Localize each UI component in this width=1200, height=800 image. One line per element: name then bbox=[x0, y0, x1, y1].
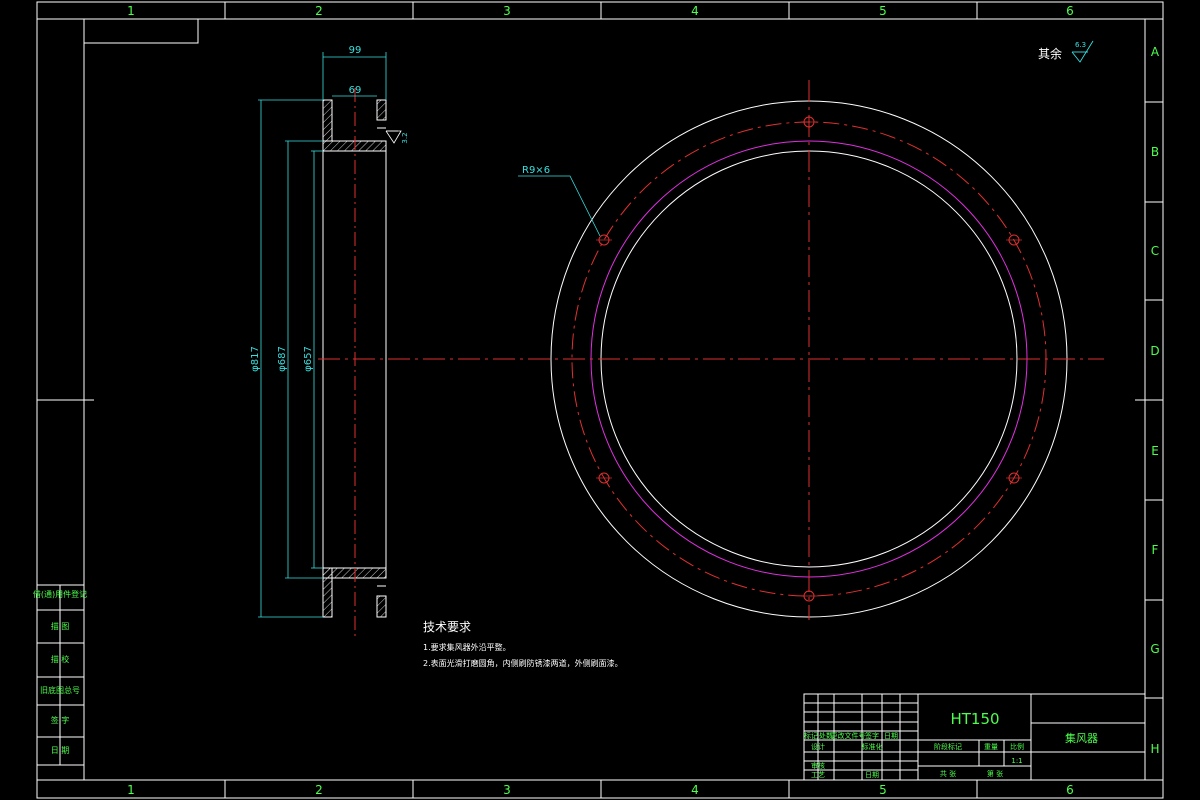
outer-border bbox=[36, 1, 1164, 799]
section-bottom-right-lip bbox=[376, 595, 387, 618]
tb-review: 审核 bbox=[811, 761, 825, 770]
zone-col-3-bottom: 3 bbox=[503, 783, 511, 797]
zone-col-1-top: 1 bbox=[127, 4, 135, 18]
dim-outer-dia: φ817 bbox=[250, 346, 261, 372]
zone-col-4-top: 4 bbox=[691, 4, 699, 18]
sheet-frame bbox=[36, 1, 1164, 799]
tb-stage-mark: 阶段标记 bbox=[934, 742, 962, 751]
zone-row-a: A bbox=[1151, 45, 1160, 59]
section-view: 99 69 φ817 φ687 φ657 3.2 bbox=[250, 45, 409, 636]
side-panel-date: 日 期 bbox=[51, 746, 70, 755]
roughness-face-value: 3.2 bbox=[401, 132, 409, 143]
zone-row-g: G bbox=[1150, 642, 1159, 656]
front-view: R9×6 bbox=[318, 80, 1104, 620]
tb-scale-value: 1:1 bbox=[1011, 757, 1022, 765]
zone-col-3-top: 3 bbox=[503, 4, 511, 18]
tb-standardization: 标准化 bbox=[862, 742, 883, 751]
zone-row-c: C bbox=[1151, 244, 1159, 258]
tb-hdr-doc: 更改文件号 bbox=[831, 731, 866, 740]
zone-col-6-top: 6 bbox=[1066, 4, 1074, 18]
side-panel-sign: 签 字 bbox=[51, 715, 70, 725]
side-panel-check: 描 校 bbox=[51, 654, 70, 664]
side-panel-borrowed: 借(通)用件登记 bbox=[33, 589, 87, 599]
section-top-right-lip bbox=[376, 99, 387, 121]
tb-design: 设计 bbox=[811, 742, 825, 751]
zone-row-h: H bbox=[1150, 742, 1159, 756]
tech-req-line-1: 1.要求集风器外沿平整。 bbox=[423, 642, 511, 652]
tb-material: HT150 bbox=[950, 710, 999, 728]
zone-col-2-top: 2 bbox=[315, 4, 323, 18]
tb-total-sheets: 共 张 bbox=[940, 769, 956, 778]
tb-part-name: 集风器 bbox=[1065, 731, 1098, 745]
zone-col-6-bottom: 6 bbox=[1066, 783, 1074, 797]
tb-weight: 重量 bbox=[984, 743, 998, 751]
side-panel bbox=[37, 399, 84, 766]
tb-hdr-date: 日期 bbox=[884, 732, 898, 740]
dim-inner-width: 69 bbox=[349, 85, 362, 96]
side-panel-old-no: 旧底图总号 bbox=[40, 685, 80, 695]
tb-hdr-sign: 签字 bbox=[865, 731, 879, 740]
roughness-general-label: 其余 bbox=[1038, 46, 1062, 61]
dim-overall-width: 99 bbox=[349, 45, 362, 56]
zone-column-markers bbox=[37, 2, 1163, 798]
zone-row-b: B bbox=[1151, 145, 1159, 159]
side-panel-trace: 描 图 bbox=[51, 621, 70, 631]
zone-col-2-bottom: 2 bbox=[315, 783, 323, 797]
roughness-general-value: 6.3 bbox=[1075, 41, 1086, 49]
tb-date: 日期 bbox=[865, 771, 879, 779]
zone-col-1-bottom: 1 bbox=[127, 783, 135, 797]
zone-col-4-bottom: 4 bbox=[691, 783, 699, 797]
tech-req-line-2: 2.表面光滑打磨圆角，内侧刷防锈漆两道，外侧刷面漆。 bbox=[423, 658, 623, 668]
zone-col-5-bottom: 5 bbox=[879, 783, 887, 797]
dim-mid-dia: φ687 bbox=[277, 346, 288, 372]
code-box bbox=[83, 18, 199, 44]
zone-row-e: E bbox=[1151, 444, 1159, 458]
dim-inner-dia: φ657 bbox=[303, 346, 314, 372]
section-top-left-lip bbox=[322, 99, 333, 142]
zone-row-d: D bbox=[1150, 344, 1159, 358]
cad-drawing: 1 2 3 4 5 6 1 2 3 4 5 6 A B C D E F G H … bbox=[33, 1, 1164, 799]
tb-process: 工艺 bbox=[811, 771, 825, 779]
zone-row-markers bbox=[84, 101, 1163, 699]
zone-row-f: F bbox=[1152, 543, 1159, 557]
tb-hdr-mark: 标记 bbox=[804, 731, 818, 740]
dim-holes: R9×6 bbox=[522, 165, 550, 176]
tech-req-title: 技术要求 bbox=[423, 620, 471, 634]
tb-scale: 比例 bbox=[1010, 742, 1024, 751]
zone-col-5-top: 5 bbox=[879, 4, 887, 18]
tb-sheet-no: 第 张 bbox=[987, 769, 1003, 778]
roughness-face-icon bbox=[385, 130, 402, 144]
